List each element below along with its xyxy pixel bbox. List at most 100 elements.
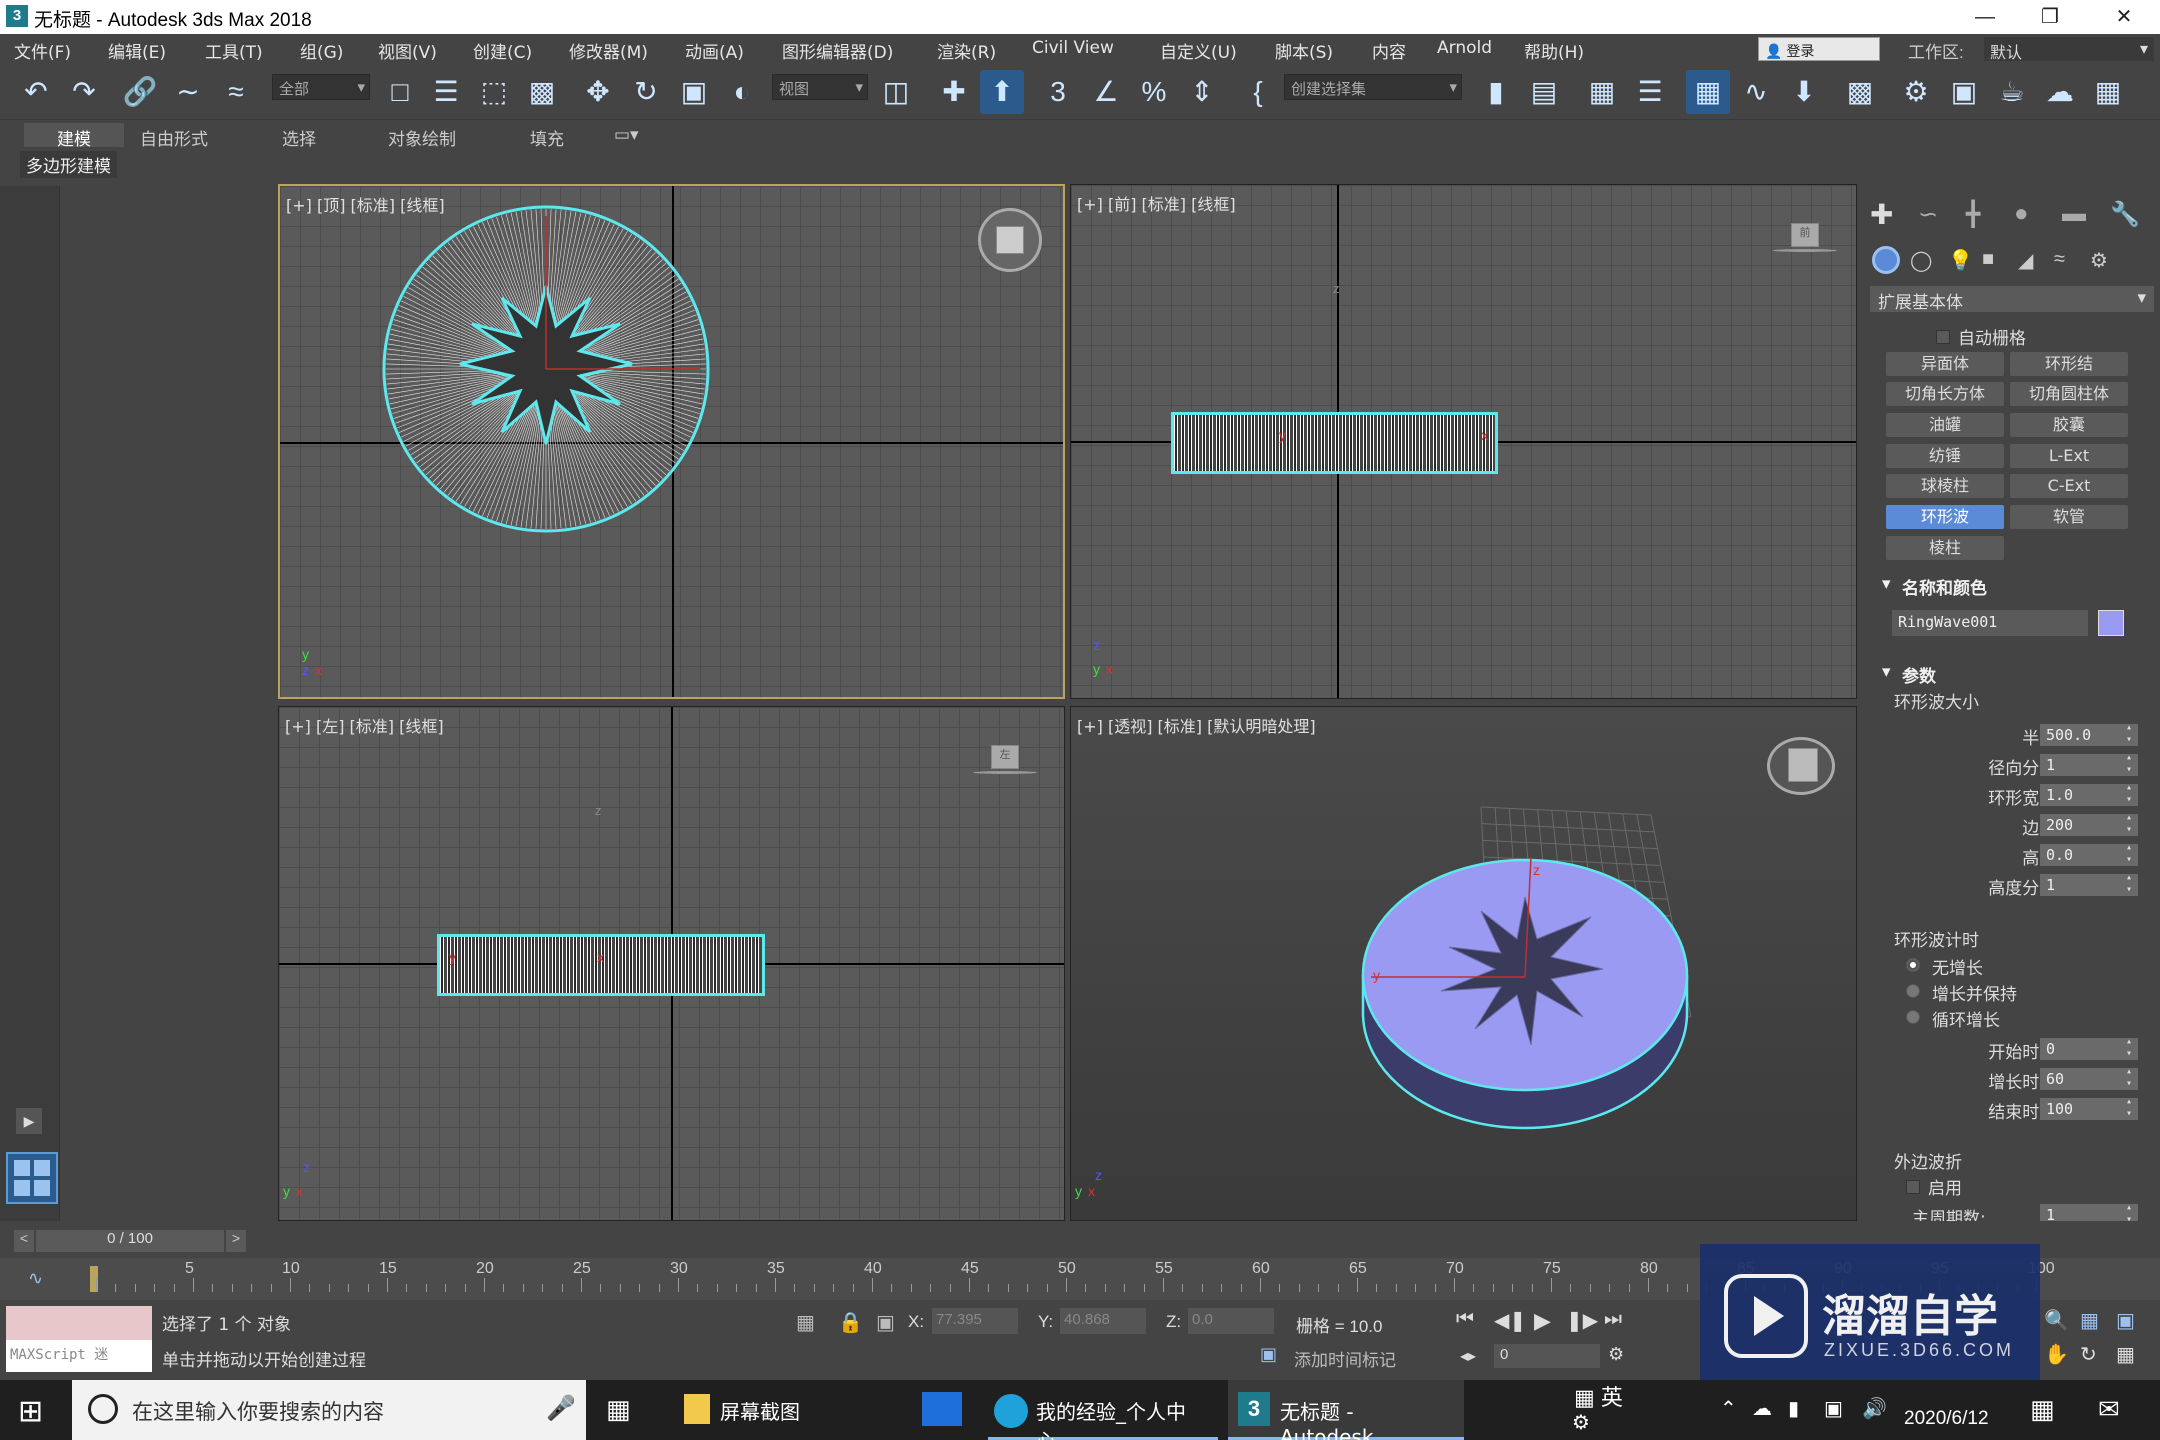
viewcube-left[interactable]: 左: [973, 745, 1037, 775]
render-setup-icon[interactable]: ⚙: [1894, 70, 1938, 114]
spinner-snap-icon[interactable]: ⇕: [1180, 70, 1224, 114]
modify-tab-icon[interactable]: ∽: [1918, 200, 1938, 229]
time-slider[interactable]: 0 / 100: [36, 1230, 224, 1252]
curve-editor-mini-icon[interactable]: ∿: [28, 1268, 43, 1289]
action-center-icon[interactable]: ✉: [2098, 1394, 2120, 1425]
unlink-icon[interactable]: ∼: [166, 70, 210, 114]
time-config-icon[interactable]: ⚙: [1608, 1344, 1624, 1365]
select-manipulate-icon[interactable]: ✚: [932, 70, 976, 114]
previous-key-icon[interactable]: ◀❚: [1494, 1308, 1526, 1333]
bind-spacewarp-icon[interactable]: ≈: [214, 70, 258, 114]
mail-icon[interactable]: [922, 1392, 962, 1426]
maxscript-listener[interactable]: [6, 1306, 152, 1340]
menu-scripting[interactable]: 脚本(S): [1275, 38, 1333, 63]
z-coord-field[interactable]: 0.0: [1188, 1308, 1274, 1334]
asset-library-icon[interactable]: ▦: [2086, 70, 2130, 114]
battery-icon[interactable]: ▮: [1788, 1396, 1799, 1421]
maxscript-mini-listener[interactable]: MAXScript 迷: [6, 1340, 152, 1372]
task-view-icon[interactable]: ▦: [606, 1394, 631, 1425]
layer-explorer-icon[interactable]: ☰: [1628, 70, 1672, 114]
prev-frame-icon[interactable]: <: [14, 1230, 34, 1252]
render-in-cloud-icon[interactable]: ☁: [2038, 70, 2082, 114]
ring-width-spinner[interactable]: 1.0: [2040, 782, 2138, 806]
radius-spinner[interactable]: 500.0: [2040, 722, 2138, 746]
schematic-view-icon[interactable]: ⬇: [1782, 70, 1826, 114]
zoom-icon[interactable]: 🔍: [2044, 1308, 2069, 1333]
viewport-left-label[interactable]: [+] [左] [标准] [线框]: [285, 713, 444, 737]
tab-selection[interactable]: 选择: [272, 123, 326, 150]
settings-gear-icon[interactable]: ⚙: [1572, 1410, 1590, 1435]
mirror-icon[interactable]: ▮: [1474, 70, 1518, 114]
align-icon[interactable]: ▤: [1522, 70, 1566, 114]
cyclic-growth-radio[interactable]: [1906, 1010, 1920, 1024]
hedra-button[interactable]: 异面体: [1886, 352, 2004, 376]
outer-edge-enable-checkbox[interactable]: [1906, 1180, 1920, 1194]
viewcube-top[interactable]: [978, 208, 1042, 272]
sides-spinner[interactable]: 200: [2040, 812, 2138, 836]
end-time-spinner[interactable]: 100: [2040, 1096, 2138, 1120]
viewport-perspective[interactable]: [+] [透视] [标准] [默认明暗处理] y z z yx: [1070, 706, 1857, 1221]
percent-snap-icon[interactable]: %: [1132, 70, 1176, 114]
menu-customize[interactable]: 自定义(U): [1160, 38, 1237, 63]
grow-time-spinner[interactable]: 60: [2040, 1066, 2138, 1090]
tab-freeform[interactable]: 自由形式: [130, 123, 218, 150]
render-production-icon[interactable]: ☕: [1990, 70, 2034, 114]
viewport-top[interactable]: [+] [顶] [标准] [线框] y zx: [278, 184, 1065, 699]
keyboard-shortcut-override-icon[interactable]: ⬆: [980, 70, 1024, 114]
material-editor-icon[interactable]: ▩: [1838, 70, 1882, 114]
rotate-icon[interactable]: ↻: [624, 70, 668, 114]
zoom-extents-icon[interactable]: ▣: [2116, 1308, 2135, 1333]
curve-editor-icon[interactable]: ∿: [1734, 70, 1778, 114]
scale-icon[interactable]: ▣: [672, 70, 716, 114]
window-crossing-icon[interactable]: ▩: [520, 70, 564, 114]
start-time-spinner[interactable]: 0: [2040, 1036, 2138, 1060]
network-icon[interactable]: ▣: [1824, 1396, 1843, 1421]
tab-modeling[interactable]: 建模: [24, 123, 124, 150]
next-frame-icon[interactable]: >: [226, 1230, 246, 1252]
height-segs-spinner[interactable]: 1: [2040, 872, 2138, 896]
key-mode-icon[interactable]: ◂▸: [1460, 1346, 1476, 1366]
workspace-dropdown[interactable]: 默认 ▾: [1984, 37, 2154, 62]
next-key-icon[interactable]: ❚▶: [1566, 1308, 1598, 1333]
viewport-front-label[interactable]: [+] [前] [标准] [线框]: [1077, 191, 1236, 215]
absolute-mode-icon[interactable]: ▣: [876, 1310, 895, 1335]
y-coord-field[interactable]: 40.868: [1060, 1308, 1146, 1334]
taskbar-search-box[interactable]: 在这里输入你要搜索的内容 🎤: [72, 1380, 586, 1440]
play-icon[interactable]: ▶: [16, 1108, 42, 1134]
l-ext-button[interactable]: L-Ext: [2010, 444, 2128, 468]
go-to-end-icon[interactable]: ⏭: [1604, 1308, 1622, 1331]
polygon-modeling-label[interactable]: 多边形建模: [20, 151, 117, 178]
login-dropdown[interactable]: 👤 登录: [1758, 37, 1880, 61]
menu-animation[interactable]: 动画(A): [685, 38, 744, 63]
snaps-toggle-icon[interactable]: 3: [1036, 70, 1080, 114]
no-growth-radio[interactable]: [1906, 958, 1920, 972]
viewport-front[interactable]: [+] [前] [标准] [线框] y x z 前 z yx: [1070, 184, 1857, 699]
ribbon-toggle-icon[interactable]: ▦: [1686, 70, 1730, 114]
chamfer-cyl-button[interactable]: 切角圆柱体: [2010, 382, 2128, 406]
prism-button[interactable]: 棱柱: [1886, 536, 2004, 560]
menu-view[interactable]: 视图(V): [378, 38, 437, 63]
current-frame-field[interactable]: 0: [1494, 1344, 1600, 1368]
parameters-rollout-title[interactable]: 参数: [1902, 662, 1936, 687]
edit-named-selection-icon[interactable]: {: [1236, 70, 1280, 114]
reference-coord-dropdown[interactable]: 视图 ▾: [772, 74, 868, 100]
rendered-frame-window-icon[interactable]: ▣: [1942, 70, 1986, 114]
pivot-center-icon[interactable]: ◫: [874, 70, 918, 114]
category-dropdown[interactable]: 扩展基本体 ▾: [1870, 286, 2154, 313]
spacewarps-icon[interactable]: ≈: [2054, 248, 2065, 271]
spindle-button[interactable]: 纺锤: [1886, 444, 2004, 468]
system-date[interactable]: 2020/6/12: [1904, 1408, 1989, 1430]
link-icon[interactable]: 🔗: [118, 70, 162, 114]
menu-edit[interactable]: 编辑(E): [108, 38, 166, 63]
orbit-icon[interactable]: ↻: [2080, 1342, 2097, 1367]
play-animation-icon[interactable]: ▶: [1534, 1308, 1551, 1334]
major-cycles-spinner[interactable]: 1: [2040, 1204, 2138, 1221]
hierarchy-tab-icon[interactable]: ╋: [1966, 200, 1980, 229]
height-spinner[interactable]: 0.0: [2040, 842, 2138, 866]
ime-indicator[interactable]: ▦ 英: [1574, 1380, 1623, 1412]
minimize-button[interactable]: —: [1955, 2, 2015, 32]
name-color-rollout-title[interactable]: 名称和颜色: [1902, 574, 1987, 599]
lock-icon[interactable]: 🔒: [838, 1310, 863, 1335]
c-ext-button[interactable]: C-Ext: [2010, 474, 2128, 498]
taskbar-app-screenshot[interactable]: 屏幕截图: [676, 1380, 896, 1440]
